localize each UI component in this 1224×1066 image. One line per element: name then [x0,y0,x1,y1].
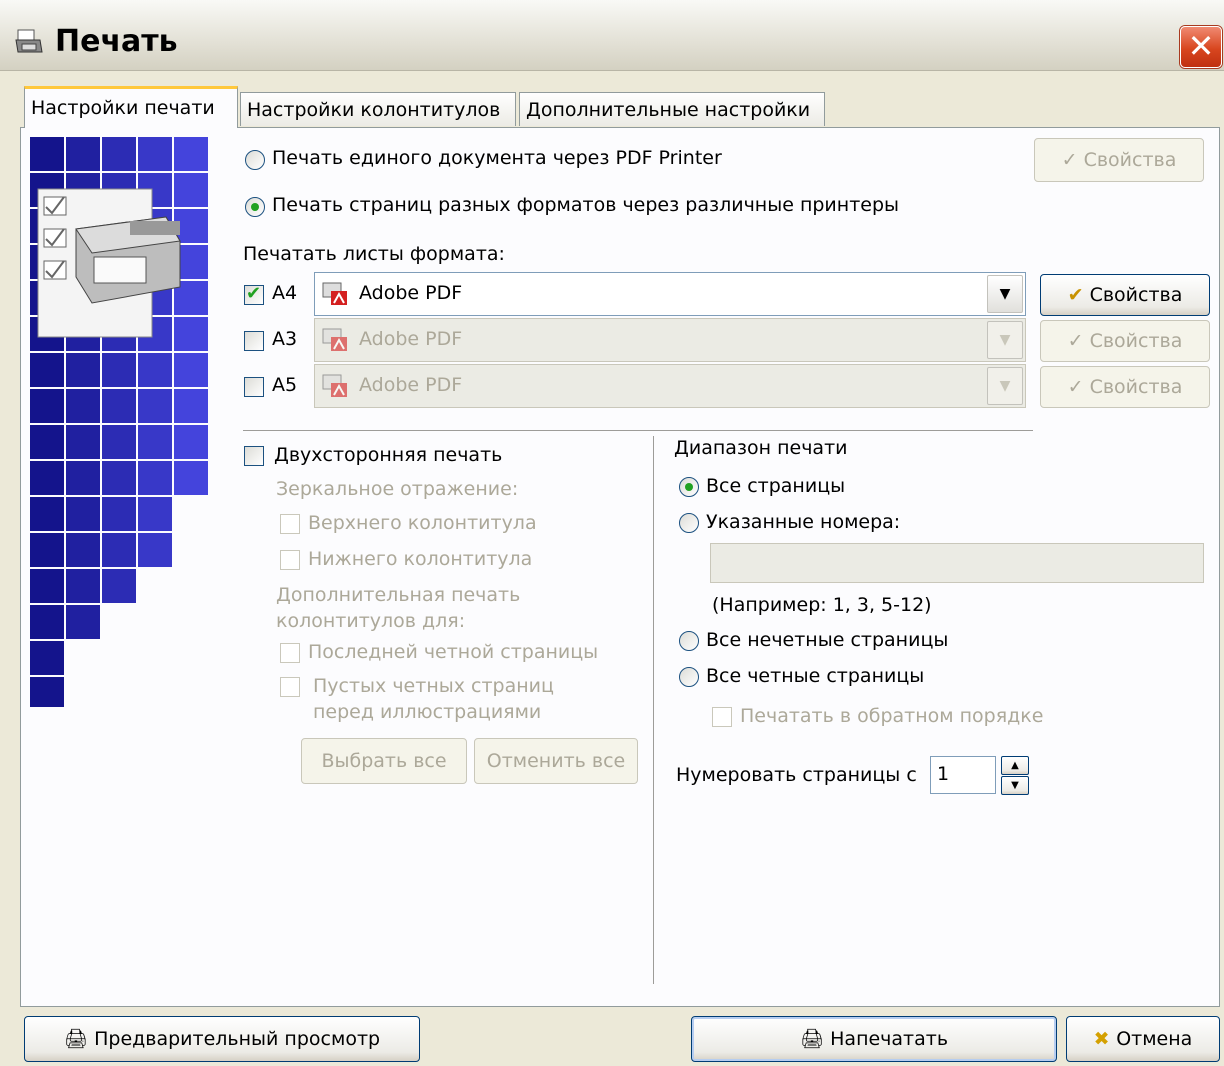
spinner-up-button[interactable]: ▲ [1001,756,1029,775]
printer-a4-value: Adobe PDF [359,282,463,304]
cancel-x-icon: ✖ [1093,1028,1117,1050]
specified-pages-label: Указанные номера: [706,511,901,533]
checkbox-empty-even-pages[interactable] [280,677,300,697]
checkmark-icon: ✔ [1067,284,1090,306]
chevron-down-icon: ▼ [1011,780,1019,791]
page-numbers-input[interactable] [710,543,1204,583]
checkmark-icon: ✓ [1067,330,1090,352]
properties-label: Свойства [1089,284,1183,306]
radio-all-pages[interactable] [679,477,699,497]
cancel-button[interactable]: ✖ Отмена [1066,1016,1220,1062]
tab-print-settings[interactable]: Настройки печати [24,86,238,128]
all-pages-label: Все страницы [706,475,846,497]
chevron-down-icon[interactable]: ▼ [987,321,1023,359]
checkbox-a4[interactable] [244,283,264,305]
pdf-printer-icon [322,374,347,397]
numbering-label: Нумеровать страницы с [676,764,917,786]
sheet-format-heading: Печатать листы формата: [243,243,505,265]
properties-button-a4[interactable]: ✔ Свойства [1040,274,1210,316]
reverse-order-label: Печатать в обратном порядке [740,705,1044,727]
checkbox-mirror-footer[interactable] [280,550,300,570]
checkbox-reverse-order[interactable] [712,707,732,727]
checkbox-last-even-page[interactable] [280,643,300,663]
print-label: Напечатать [830,1028,949,1050]
spinner-down-button[interactable]: ▼ [1001,776,1029,795]
duplex-label: Двухсторонняя печать [274,444,503,466]
printer-select-a4[interactable]: Adobe PDF ▼ [314,272,1026,316]
print-button[interactable]: 🖨 Напечатать [691,1016,1057,1062]
range-example: (Например: 1, 3, 5-12) [712,594,932,616]
chevron-down-icon[interactable]: ▼ [987,275,1023,313]
checkbox-mirror-header[interactable] [280,514,300,534]
deselect-all-button[interactable]: Отменить все [474,738,638,784]
radio-multi-printers[interactable] [245,197,265,217]
pdf-printer-icon [322,328,347,351]
preview-icon: 🖨 [63,1028,95,1050]
cancel-label: Отмена [1116,1028,1193,1050]
properties-button-a5[interactable]: ✓ Свойства [1040,366,1210,408]
printer-icon: 🖨 [799,1028,831,1050]
mirror-heading: Зеркальное отражение: [276,478,519,500]
close-button[interactable]: ✕ [1180,26,1222,68]
empty-even-label-2: перед иллюстрациями [313,701,542,723]
checkbox-a5[interactable] [244,377,264,397]
chevron-up-icon: ▲ [1011,760,1019,771]
single-pdf-label: Печать единого документа через PDF Print… [272,147,722,169]
last-even-page-label: Последней четной страницы [308,641,599,663]
even-pages-label: Все четные страницы [706,665,925,687]
window-title: Печать [55,24,178,59]
properties-button-a3[interactable]: ✓ Свойства [1040,320,1210,362]
select-all-button[interactable]: Выбрать все [301,738,467,784]
properties-label: Свойства [1089,330,1183,352]
mirror-footer-label: Нижнего колонтитула [308,548,533,570]
checkmark-icon: ✓ [1061,149,1084,171]
format-a5-label: A5 [272,374,298,396]
side-banner-art [30,137,208,707]
printer-icon [15,29,43,53]
properties-label: Свойства [1089,376,1183,398]
close-icon: ✕ [1187,27,1215,65]
radio-specified-pages[interactable] [679,513,699,533]
printer-a3-value: Adobe PDF [359,328,463,350]
mirror-header-label: Верхнего колонтитула [308,512,537,534]
checkmark-icon: ✓ [1067,376,1090,398]
chevron-down-icon[interactable]: ▼ [987,367,1023,405]
extra-print-heading-2: колонтитулов для: [276,610,466,632]
range-heading: Диапазон печати [674,437,848,459]
radio-odd-pages[interactable] [679,631,699,651]
radio-single-pdf[interactable] [245,150,265,170]
printer-a5-value: Adobe PDF [359,374,463,396]
properties-label: Свойства [1083,149,1177,171]
single-pdf-properties-button[interactable]: ✓ Свойства [1034,138,1204,182]
preview-label: Предварительный просмотр [94,1028,381,1050]
pdf-printer-icon [322,282,347,305]
odd-pages-label: Все нечетные страницы [706,629,949,651]
checkbox-a3[interactable] [244,331,264,351]
format-a4-label: A4 [272,282,298,304]
checkbox-duplex[interactable] [244,446,264,466]
format-a3-label: A3 [272,328,298,350]
title-bar: Печать ✕ [0,0,1224,71]
tab-header-footer-settings[interactable]: Настройки колонтитулов [240,92,516,126]
start-page-input[interactable]: 1 [930,756,996,794]
extra-print-heading-1: Дополнительная печать [276,584,521,606]
printer-select-a5[interactable]: Adobe PDF ▼ [314,364,1026,408]
tab-additional-settings[interactable]: Дополнительные настройки [519,92,825,126]
preview-button[interactable]: 🖨 Предварительный просмотр [24,1016,420,1062]
printer-select-a3[interactable]: Adobe PDF ▼ [314,318,1026,362]
horizontal-divider [243,430,1033,431]
empty-even-label-1: Пустых четных страниц [313,675,554,697]
multi-printers-label: Печать страниц разных форматов через раз… [272,194,900,216]
radio-even-pages[interactable] [679,667,699,687]
vertical-divider [653,436,654,984]
